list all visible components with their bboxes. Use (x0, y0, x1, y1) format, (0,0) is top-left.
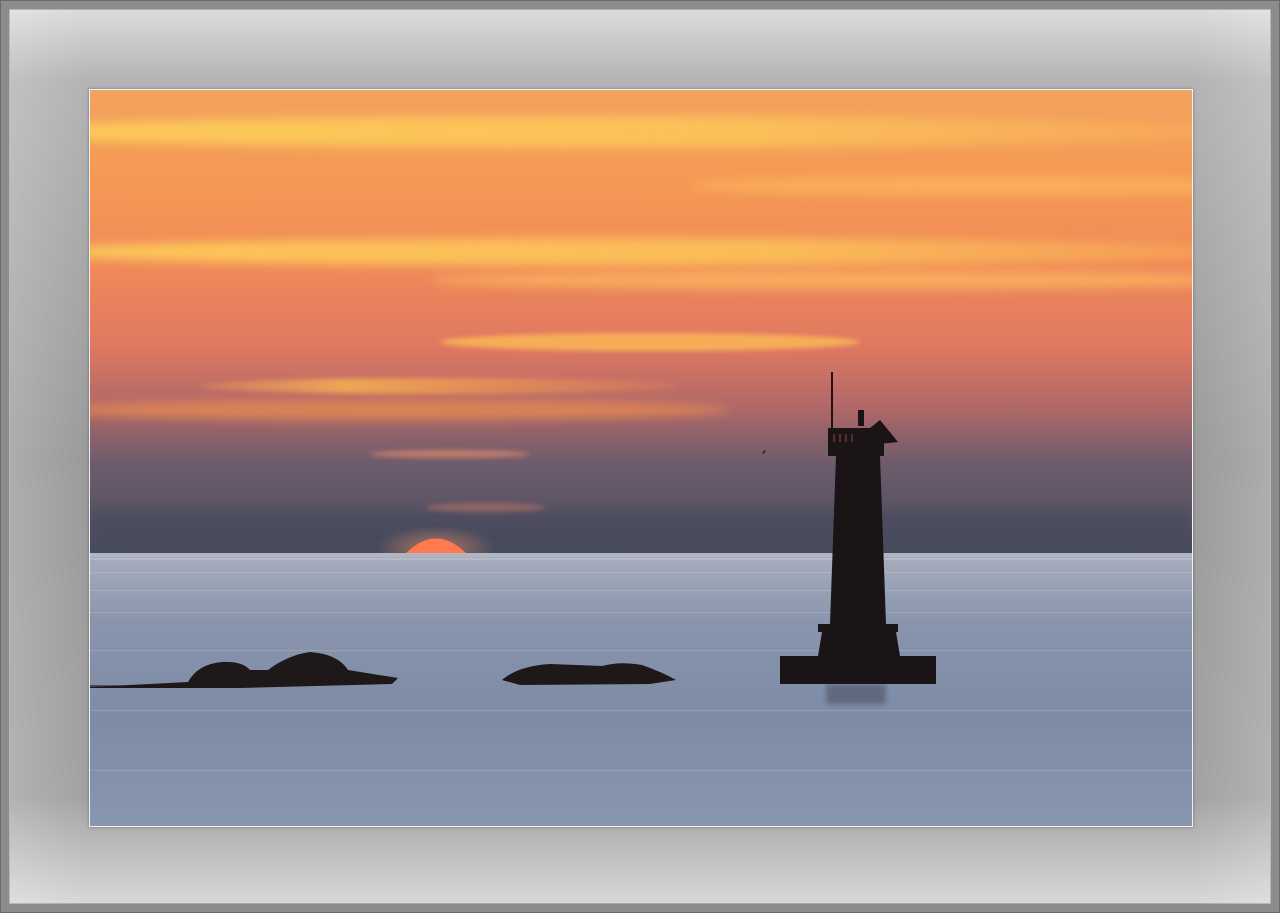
sky (90, 90, 1192, 556)
horizon-line (90, 553, 1192, 557)
horizon-haze (90, 510, 1192, 558)
sea (90, 553, 1192, 826)
photo-frame (0, 0, 1280, 913)
sunset-scene (90, 90, 1192, 826)
sunset-photo (89, 89, 1193, 827)
lighthouse-reflection (826, 684, 886, 704)
